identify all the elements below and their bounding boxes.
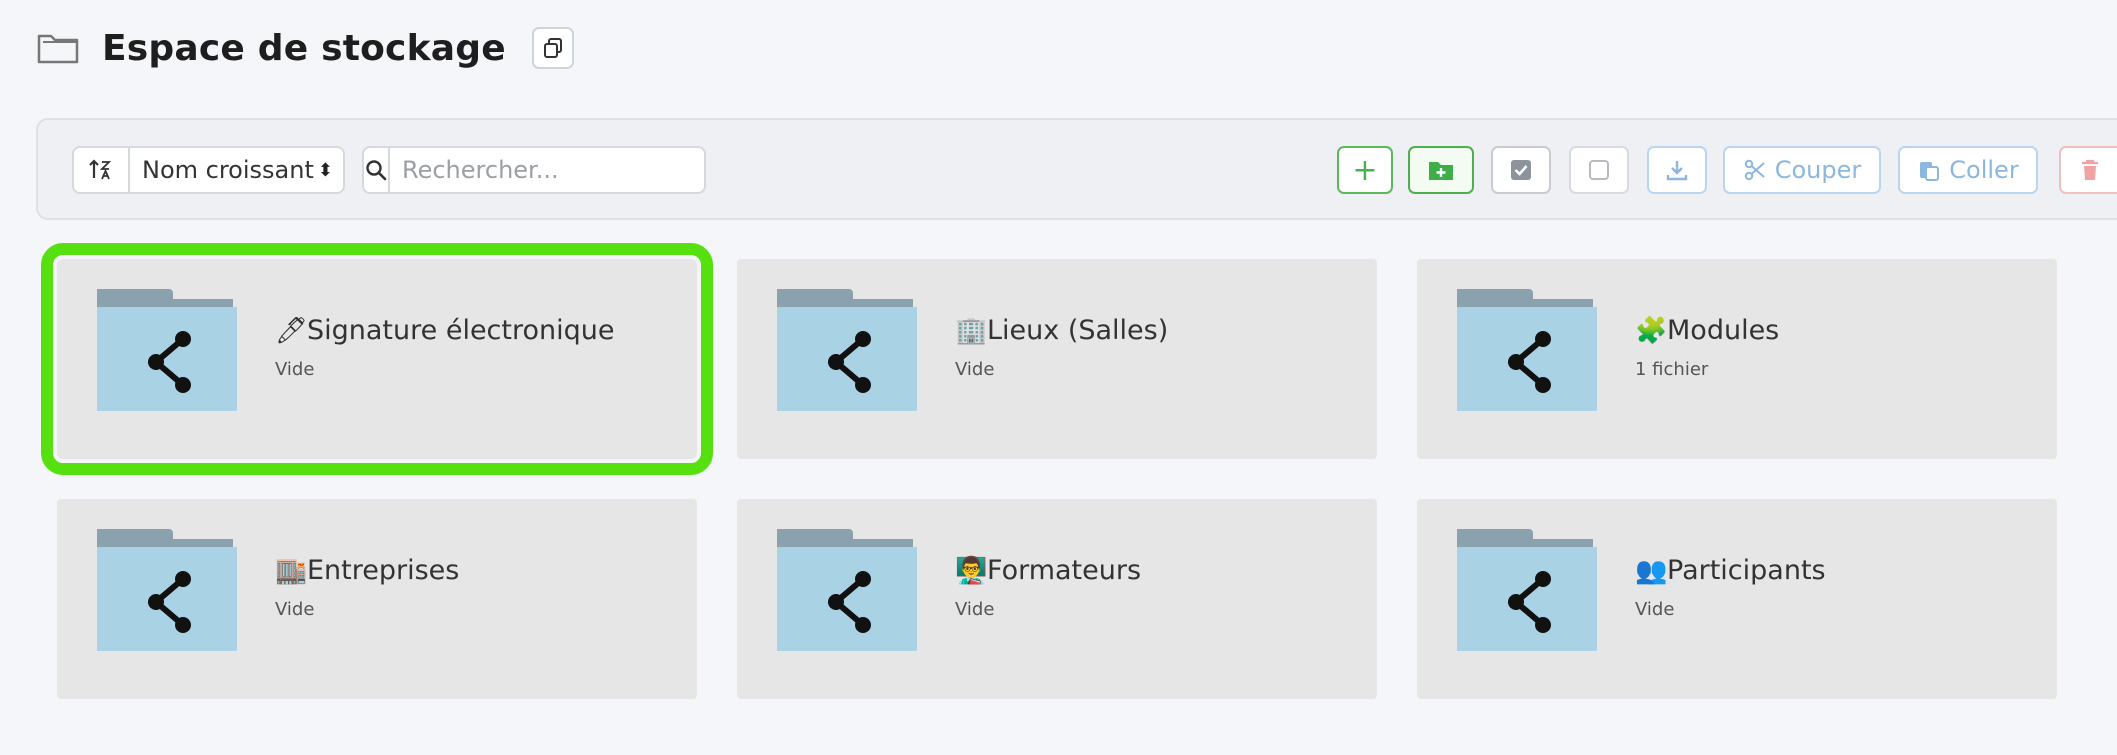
shared-folder-icon: [1457, 289, 1597, 411]
folder-tile[interactable]: 🏬Entreprises Vide: [57, 499, 697, 699]
sort-caret-icon: ⬍: [317, 159, 333, 181]
search-input[interactable]: [390, 155, 704, 185]
folder-emoji: 👥: [1635, 556, 1668, 586]
sort-direction-button[interactable]: [74, 148, 130, 192]
sort-select[interactable]: Nom croissant ⬍: [130, 156, 343, 184]
shared-folder-icon: [97, 529, 237, 651]
plus-icon: +: [1352, 152, 1378, 188]
folder-name: Lieux (Salles): [987, 315, 1169, 346]
folder-subtitle: 1 fichier: [1635, 359, 1709, 380]
folder-emoji: 👨‍🏫: [955, 556, 988, 586]
sort-select-label: Nom croissant: [142, 156, 314, 184]
shared-folder-icon: [777, 529, 917, 651]
deselect-all-button[interactable]: [1569, 146, 1629, 194]
folder-subtitle: Vide: [275, 599, 315, 620]
storage-page: Espace de stockage Nom croissant ⬍ Reche…: [0, 0, 2117, 755]
add-button[interactable]: +: [1337, 146, 1393, 194]
shared-folder-icon: [1457, 529, 1597, 651]
folder-name: Signature électronique: [307, 315, 615, 346]
paste-icon: [1920, 162, 1940, 181]
folder-emoji: 🖊: [275, 316, 309, 346]
toolbar: Nom croissant ⬍ +: [36, 118, 2117, 220]
cut-button-label: Couper: [1774, 156, 1862, 184]
folder-title: 🏢Lieux (Salles): [955, 315, 1168, 346]
folder-title: 🧩Modules: [1635, 315, 1779, 346]
shared-folder-icon: [777, 289, 917, 411]
folder-title: 🖊Signature électronique: [275, 315, 615, 346]
folder-name: Formateurs: [987, 555, 1142, 586]
paste-button[interactable]: Coller: [1898, 146, 2038, 194]
cut-button[interactable]: Couper: [1723, 146, 1881, 194]
scissors-icon: [1744, 159, 1765, 181]
copy-icon: [543, 38, 562, 58]
delete-button[interactable]: [2059, 146, 2117, 194]
folder-plus-icon: [1429, 162, 1453, 180]
folder-tile[interactable]: 🖊Signature électronique Vide: [41, 243, 713, 475]
paste-button-label: Coller: [1949, 156, 2019, 184]
folder-title: 👥Participants: [1635, 555, 1826, 586]
folder-emoji: 🏢: [955, 316, 988, 346]
shared-folder-icon: [97, 289, 237, 411]
folder-tile[interactable]: 👨‍🏫Formateurs Vide: [737, 499, 1377, 699]
folder-subtitle: Vide: [275, 359, 315, 380]
folder-outline-icon: [37, 34, 79, 64]
new-folder-button[interactable]: [1408, 146, 1474, 194]
page-title: Espace de stockage: [102, 27, 506, 69]
folder-name: Modules: [1667, 315, 1780, 346]
checkbox-checked-icon: [1511, 160, 1531, 180]
search-icon-box: [364, 148, 390, 192]
select-all-button[interactable]: [1491, 146, 1551, 194]
copy-path-button[interactable]: [531, 27, 574, 69]
folder-tile[interactable]: 🧩Modules 1 fichier: [1417, 259, 2057, 459]
folder-title: 🏬Entreprises: [275, 555, 459, 586]
download-icon: [1666, 161, 1688, 181]
folder-tile[interactable]: 🏢Lieux (Salles) Vide: [737, 259, 1377, 459]
sort-alpha-icon: [89, 159, 112, 180]
folder-name: Participants: [1667, 555, 1826, 586]
checkbox-empty-icon: [1589, 160, 1609, 180]
download-button[interactable]: [1647, 146, 1707, 194]
trash-icon: [2082, 159, 2098, 180]
folder-title: 👨‍🏫Formateurs: [955, 555, 1141, 586]
folder-subtitle: Vide: [1635, 599, 1675, 620]
folder-emoji: 🏬: [275, 556, 308, 586]
search-control: [362, 146, 706, 194]
folder-name: Entreprises: [307, 555, 460, 586]
folder-tile[interactable]: 👥Participants Vide: [1417, 499, 2057, 699]
page-header: Espace de stockage: [36, 22, 574, 74]
search-icon: [366, 160, 387, 181]
folder-subtitle: Vide: [955, 359, 995, 380]
folder-subtitle: Vide: [955, 599, 995, 620]
sort-control: Nom croissant ⬍: [72, 146, 345, 194]
folder-emoji: 🧩: [1635, 316, 1668, 346]
